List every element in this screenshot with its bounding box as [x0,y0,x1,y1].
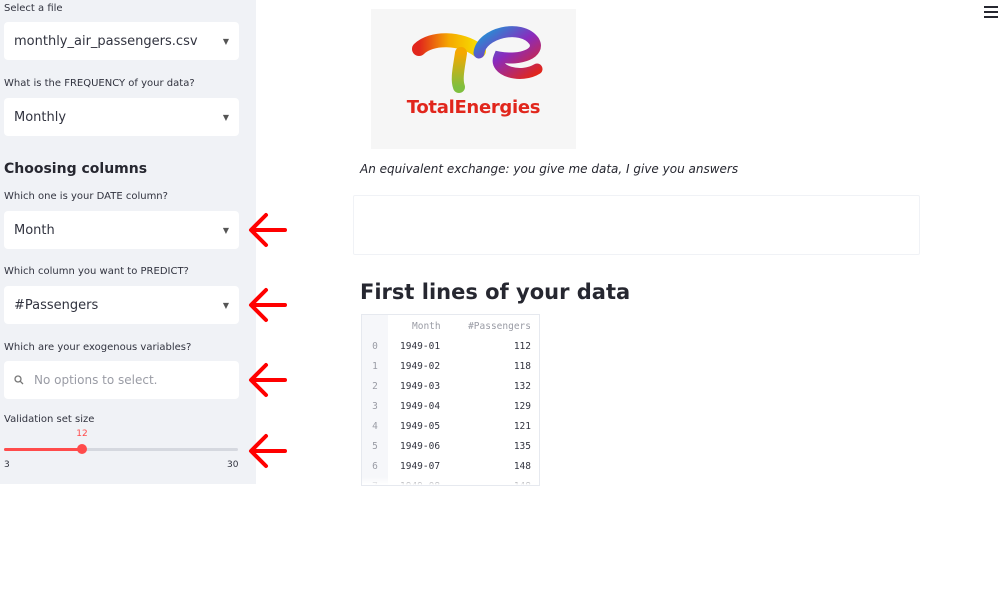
cell-month: 1949-07 [400,461,441,472]
chevron-down-icon: ▼ [222,36,229,46]
table-row: 0 1949-01 112 [362,337,539,356]
table-row: 1 1949-02 118 [362,357,539,376]
table-row: 6 1949-07 148 [362,457,539,476]
file-select-label: Select a file [4,3,63,14]
table-row: 3 1949-04 129 [362,397,539,416]
row-index: 3 [372,401,378,412]
cell-passengers: 135 [513,441,531,452]
slider-thumb[interactable] [76,444,87,454]
data-table[interactable]: Month #Passengers 0 1949-01 112 1 1949-0… [361,314,540,486]
company-logo: TotalEnergies [371,9,576,149]
date-column-label: Which one is your DATE column? [4,191,168,202]
logo-mark-icon [412,26,543,93]
predict-column-select[interactable]: #Passengers ▼ [4,286,239,324]
file-select-value: monthly_air_passengers.csv [14,33,198,49]
table-fade [362,477,539,485]
cell-month: 1949-02 [400,361,441,372]
row-index: 5 [372,441,378,452]
slider-value: 12 [76,429,88,439]
column-header-passengers: #Passengers [468,321,531,332]
arrow-left-icon [249,434,287,468]
row-index: 1 [372,361,378,372]
exogenous-placeholder: No options to select. [34,373,158,387]
cell-month: 1949-05 [400,421,441,432]
arrow-left-icon [249,288,287,322]
cell-month: 1949-06 [400,441,441,452]
arrow-left-icon [249,213,287,247]
file-select[interactable]: monthly_air_passengers.csv ▼ [4,22,239,60]
exogenous-multiselect[interactable]: No options to select. [4,361,239,399]
exogenous-label: Which are your exogenous variables? [4,342,192,353]
row-index: 2 [372,381,378,392]
validation-size-label: Validation set size [4,414,95,425]
cell-month: 1949-01 [400,341,441,352]
chevron-down-icon: ▼ [222,112,229,122]
predict-column-label: Which column you want to PREDICT? [4,266,189,277]
hamburger-icon[interactable] [984,6,998,20]
cell-month: 1949-04 [400,401,441,412]
slider-max: 30 [227,460,239,470]
sidebar: Select a file monthly_air_passengers.csv… [0,0,256,484]
predict-column-value: #Passengers [14,297,99,313]
row-index: 4 [372,421,378,432]
cell-passengers: 129 [513,401,531,412]
table-row: 4 1949-05 121 [362,417,539,436]
cell-month: 1949-03 [400,381,441,392]
cell-passengers: 121 [513,421,531,432]
empty-container [353,195,920,255]
date-column-select[interactable]: Month ▼ [4,211,239,249]
frequency-select-value: Monthly [14,109,67,125]
search-icon [14,375,24,385]
table-header: Month #Passengers [362,317,539,336]
app-caption: An equivalent exchange: you give me data… [360,162,739,176]
logo-text: TotalEnergies [406,97,541,118]
chevron-down-icon: ▼ [222,225,229,235]
arrow-left-icon [249,363,287,397]
column-header-month: Month [412,321,441,332]
cell-passengers: 132 [513,381,531,392]
section-title: Choosing columns [4,161,148,177]
chevron-down-icon: ▼ [222,300,229,310]
frequency-select[interactable]: Monthly ▼ [4,98,239,136]
cell-passengers: 112 [513,341,531,352]
slider-fill [4,448,82,451]
date-column-value: Month [14,222,55,238]
slider-min: 3 [4,460,10,470]
frequency-select-label: What is the FREQUENCY of your data? [4,78,195,89]
row-index: 6 [372,461,378,472]
cell-passengers: 148 [513,461,531,472]
table-row: 2 1949-03 132 [362,377,539,396]
data-preview-heading: First lines of your data [360,280,631,304]
cell-passengers: 118 [513,361,531,372]
row-index: 0 [372,341,378,352]
table-row: 5 1949-06 135 [362,437,539,456]
validation-slider[interactable]: 12 [4,429,238,454]
